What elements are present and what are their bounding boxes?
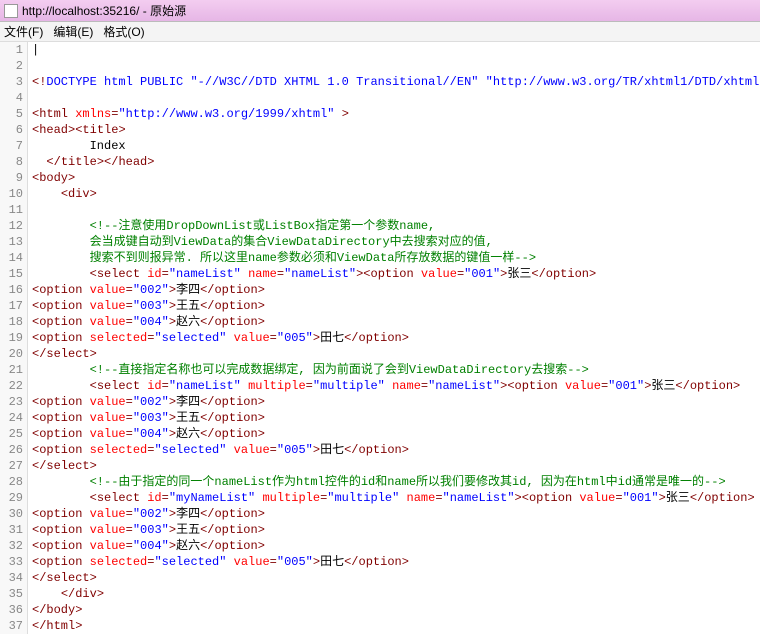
line-number: 37 [0,618,23,634]
code-line[interactable]: <option value="004">赵六</option> [32,426,760,442]
code-line[interactable]: <head><title> [32,122,760,138]
line-number: 35 [0,586,23,602]
code-line[interactable]: <option value="003">王五</option> [32,410,760,426]
code-line[interactable]: | [32,42,760,58]
line-number: 2 [0,58,23,74]
code-line[interactable]: <option value="004">赵六</option> [32,314,760,330]
line-number: 26 [0,442,23,458]
line-number: 32 [0,538,23,554]
line-number: 21 [0,362,23,378]
code-line[interactable]: <!DOCTYPE html PUBLIC "-//W3C//DTD XHTML… [32,74,760,90]
line-number: 12 [0,218,23,234]
line-number: 8 [0,154,23,170]
line-number: 4 [0,90,23,106]
code-line[interactable]: </html> [32,618,760,634]
line-number: 23 [0,394,23,410]
line-number: 28 [0,474,23,490]
line-number: 29 [0,490,23,506]
window-titlebar[interactable]: http://localhost:35216/ - 原始源 [0,0,760,22]
line-number: 24 [0,410,23,426]
code-line[interactable]: <select id="nameList" name="nameList"><o… [32,266,760,282]
menu-format[interactable]: 格式(O) [103,23,144,40]
code-line[interactable]: </select> [32,346,760,362]
code-line[interactable]: <html xmlns="http://www.w3.org/1999/xhtm… [32,106,760,122]
code-area[interactable]: | <!DOCTYPE html PUBLIC "-//W3C//DTD XHT… [28,42,760,634]
menu-file[interactable]: 文件(F) [4,23,43,40]
line-number: 18 [0,314,23,330]
code-line[interactable] [32,90,760,106]
code-line[interactable]: </select> [32,570,760,586]
line-number: 6 [0,122,23,138]
line-number: 14 [0,250,23,266]
line-number: 33 [0,554,23,570]
line-number: 7 [0,138,23,154]
code-line[interactable] [32,58,760,74]
app-icon [4,4,18,18]
line-number-gutter: 1234567891011121314151617181920212223242… [0,42,28,634]
line-number: 17 [0,298,23,314]
line-number: 20 [0,346,23,362]
line-number: 36 [0,602,23,618]
code-line[interactable]: <option selected="selected" value="005">… [32,330,760,346]
line-number: 1 [0,42,23,58]
code-line[interactable]: <div> [32,186,760,202]
line-number: 31 [0,522,23,538]
code-line[interactable]: <!--直接指定名称也可以完成数据绑定, 因为前面说了会到ViewDataDir… [32,362,760,378]
code-line[interactable]: <option selected="selected" value="005">… [32,442,760,458]
line-number: 10 [0,186,23,202]
code-line[interactable]: Index [32,138,760,154]
line-number: 30 [0,506,23,522]
code-line[interactable]: </body> [32,602,760,618]
line-number: 15 [0,266,23,282]
code-line[interactable]: <!--注意使用DropDownList或ListBox指定第一个参数name, [32,218,760,234]
menu-bar: 文件(F) 编辑(E) 格式(O) [0,22,760,42]
code-line[interactable] [32,202,760,218]
source-editor[interactable]: 1234567891011121314151617181920212223242… [0,42,760,634]
code-line[interactable]: </select> [32,458,760,474]
line-number: 27 [0,458,23,474]
line-number: 5 [0,106,23,122]
code-line[interactable]: <option value="003">王五</option> [32,298,760,314]
code-line[interactable]: 搜索不到则报异常. 所以这里name参数必须和ViewData所存放数据的键值一… [32,250,760,266]
line-number: 34 [0,570,23,586]
code-line[interactable]: <option selected="selected" value="005">… [32,554,760,570]
line-number: 22 [0,378,23,394]
line-number: 25 [0,426,23,442]
code-line[interactable]: <select id="nameList" multiple="multiple… [32,378,760,394]
code-line[interactable]: </title></head> [32,154,760,170]
code-line[interactable]: <body> [32,170,760,186]
code-line[interactable]: <option value="002">李四</option> [32,506,760,522]
code-line[interactable]: <!--由于指定的同一个nameList作为html控件的id和name所以我们… [32,474,760,490]
line-number: 3 [0,74,23,90]
code-line[interactable]: <option value="003">王五</option> [32,522,760,538]
line-number: 16 [0,282,23,298]
line-number: 19 [0,330,23,346]
code-line[interactable]: <option value="002">李四</option> [32,282,760,298]
window-title: http://localhost:35216/ - 原始源 [22,2,186,19]
line-number: 11 [0,202,23,218]
code-line[interactable]: <option value="004">赵六</option> [32,538,760,554]
code-line[interactable]: 会当成键自动到ViewData的集合ViewDataDirectory中去搜索对… [32,234,760,250]
code-line[interactable]: <select id="myNameList" multiple="multip… [32,490,760,506]
code-line[interactable]: <option value="002">李四</option> [32,394,760,410]
line-number: 9 [0,170,23,186]
line-number: 13 [0,234,23,250]
menu-edit[interactable]: 编辑(E) [53,23,93,40]
code-line[interactable]: </div> [32,586,760,602]
